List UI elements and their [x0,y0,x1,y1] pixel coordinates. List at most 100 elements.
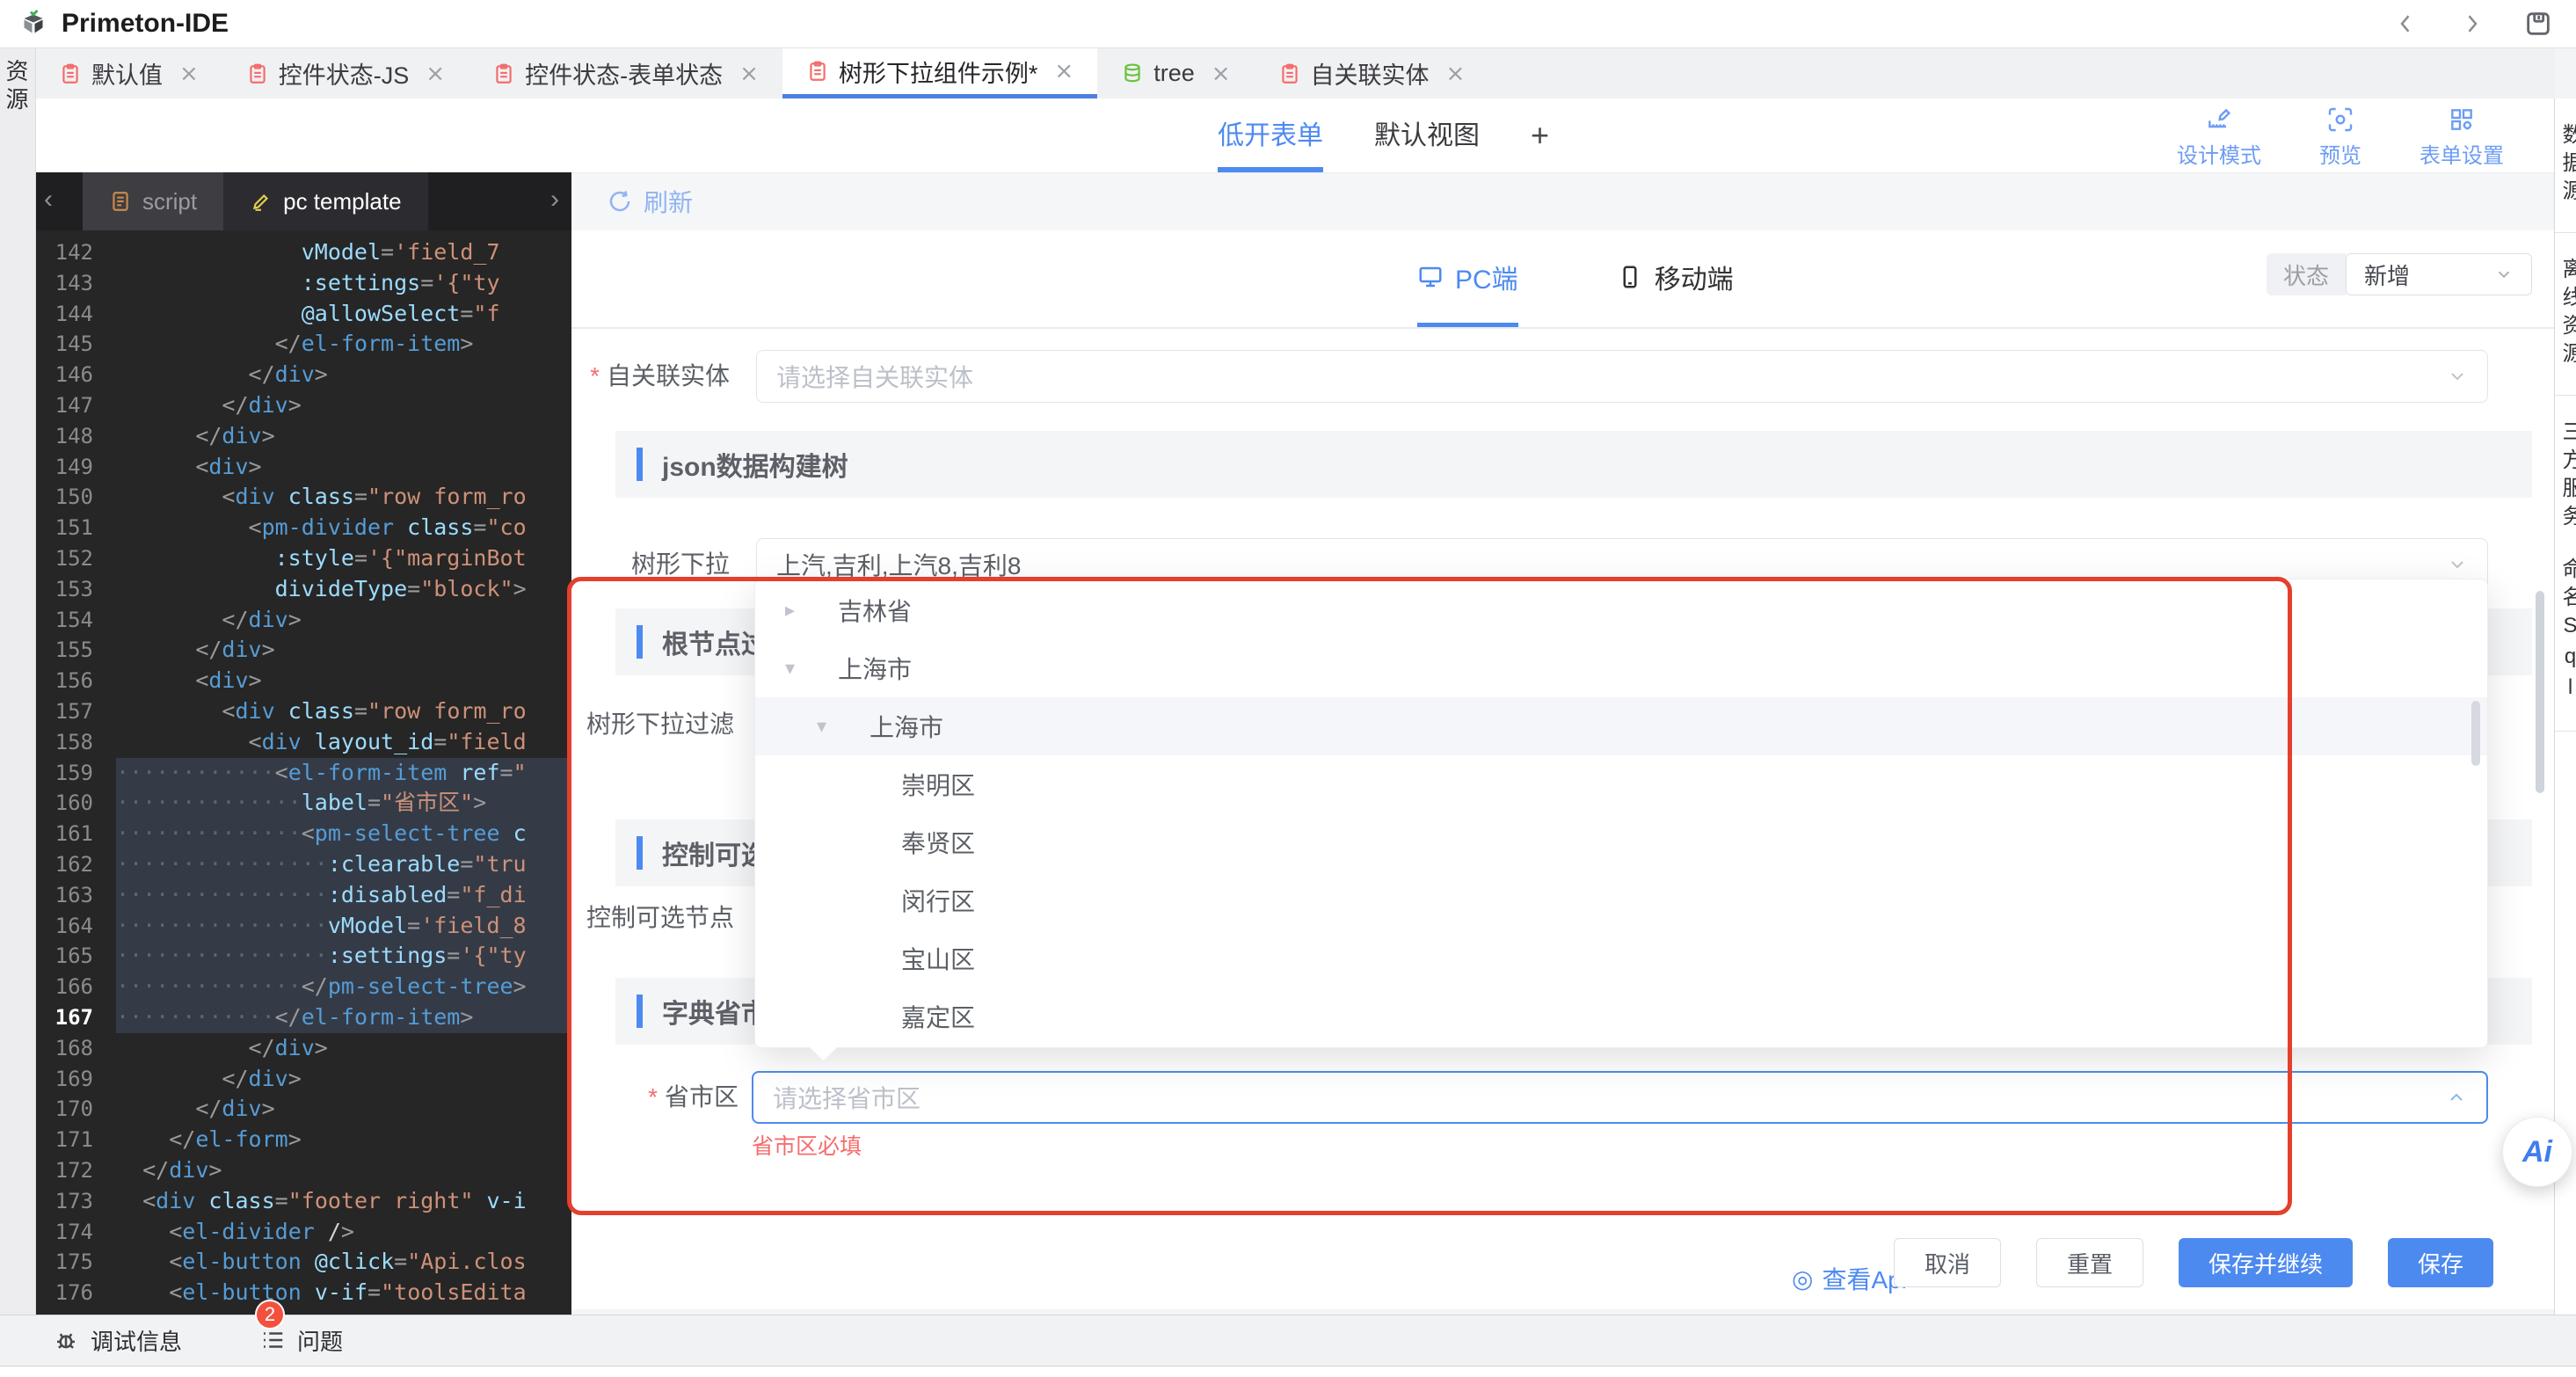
right-rail-item-offline[interactable]: 离线资源 [2555,258,2576,370]
province-placeholder: 请选择省市区 [773,1085,921,1112]
tab-pc[interactable]: PC端 [1417,230,1518,327]
canvas-scrollbar[interactable] [2536,591,2544,793]
form-settings-button[interactable]: 表单设置 [2420,106,2504,169]
dropdown-scrollbar[interactable] [2471,701,2480,766]
code-line[interactable]: 159 ············<el-form-item ref=" [35,757,571,789]
tab-lowcode-form[interactable]: 低开表单 [1218,98,1323,172]
doc-tab-default-value[interactable]: 默认值 × [35,48,222,98]
code-line[interactable]: 158 <div layout_id="field [35,727,571,758]
design-mode-button[interactable]: 设计模式 [2177,106,2261,169]
right-rail-item-thirdparty[interactable]: 三方服务 [2555,420,2576,533]
form-canvas: 刷新 PC端 移动端 状态 新增 * 自关联实体 请选择自关联实体 json数据… [567,172,2555,1315]
self-entity-select[interactable]: 请选择自关联实体 [756,350,2488,403]
code-line[interactable]: 162 ················:clearable="tru [35,849,571,880]
code-line[interactable]: 161 ··············<pm-select-tree c [35,819,571,849]
province-select-input[interactable]: 请选择省市区 [752,1071,2488,1124]
close-icon[interactable]: × [1446,61,1466,87]
status-right-group[interactable]: 资源发生变更，点击查看 检查时间 12:5 [2012,1372,2418,1377]
nav-back-icon[interactable] [2393,11,2420,37]
nav-forward-icon[interactable] [2458,11,2485,37]
close-icon[interactable]: × [1212,61,1231,87]
doc-tab-self-entity[interactable]: 自关联实体 × [1255,48,1489,98]
cancel-button[interactable]: 取消 [1893,1238,2001,1287]
close-icon[interactable]: × [1054,58,1073,84]
tab-mobile[interactable]: 移动端 [1617,230,1734,327]
save-continue-button[interactable]: 保存并继续 [2178,1238,2353,1287]
tree-node-闵行区[interactable]: 闵行区 [755,871,2487,929]
reset-button[interactable]: 重置 [2035,1238,2143,1287]
code-line[interactable]: 175 <el-button @click="Api.clos [35,1247,571,1278]
tree-node-上海市[interactable]: ▾ 上海市 [755,697,2487,755]
code-line[interactable]: 147 </div> [35,390,571,421]
code-line[interactable]: 156 <div> [35,666,571,696]
code-line[interactable]: 176 <el-button v-if="toolsEdita [35,1278,571,1308]
status-right-text: 资源发生变更，点击查看 检查时间 12:5 [2033,1372,2418,1377]
code-line[interactable]: 145 </el-form-item> [35,329,571,360]
code-line[interactable]: 167 ············</el-form-item> [35,1002,571,1033]
section-title: json数据构建树 [662,453,848,482]
code-line[interactable]: 174 <el-divider /> [35,1217,571,1248]
tree-node-嘉定区[interactable]: 嘉定区 [755,987,2487,1046]
doc-tab-tree-select-demo[interactable]: 树形下拉组件示例* × [782,48,1098,98]
ai-assistant-button[interactable]: Ai [2502,1117,2572,1187]
save-icon[interactable] [2523,9,2553,39]
save-button[interactable]: 保存 [2387,1238,2493,1287]
caret-right-icon[interactable]: ▸ [785,600,808,622]
editor-tab-script[interactable]: script [83,172,224,230]
code-line[interactable]: 152 :style='{"marginBot [35,543,571,574]
tree-node-崇明区[interactable]: 崇明区 [755,755,2487,813]
code-line[interactable]: 166 ··············</pm-select-tree> [35,972,571,1002]
state-select[interactable]: 新增 [2346,253,2532,295]
status-left-text[interactable]: 查看资源「自关联实体」详情 [84,1372,382,1377]
doc-tab-tree[interactable]: tree × [1097,48,1254,98]
doc-tab-control-state-form[interactable]: 控件状态-表单状态 × [469,48,782,98]
code-line[interactable]: 171 </el-form> [35,1125,571,1155]
tree-node-吉林省[interactable]: ▸ 吉林省 [755,581,2487,639]
debug-info-button[interactable]: 调试信息 [53,1324,182,1357]
doc-tab-control-state-js[interactable]: 控件状态-JS × [222,48,469,98]
code-line[interactable]: 150 <div class="row form_ro [35,482,571,513]
editor-scroll-left-icon[interactable]: ‹ [44,185,53,215]
view-api-link[interactable]: ◎ 查看Api [1792,1261,1907,1296]
code-line[interactable]: 151 <pm-divider class="co [35,513,571,543]
close-icon[interactable]: × [179,61,199,87]
state-value: 新增 [2364,262,2411,289]
code-line[interactable]: 146 </div> [35,360,571,390]
code-line[interactable]: 164 ················vModel='field_8 [35,910,571,942]
preview-button[interactable]: 预览 [2319,106,2361,169]
editor-tab-pc-template[interactable]: pc template [223,172,428,230]
right-rail-item-named-sql[interactable]: 命名Sql [2555,557,2576,706]
close-icon[interactable]: × [739,61,759,87]
tree-node-宝山区[interactable]: 宝山区 [755,929,2487,987]
tab-default-view[interactable]: 默认视图 [1374,98,1480,172]
code-line[interactable]: 172 </div> [35,1155,571,1186]
tree-node-上海市[interactable]: ▾ 上海市 [755,639,2487,697]
caret-down-icon[interactable]: ▾ [785,658,808,680]
refresh-button[interactable]: 刷新 [644,184,693,219]
caret-down-icon[interactable]: ▾ [817,716,840,738]
code-line[interactable]: 143 :settings='{"ty [35,268,571,299]
close-icon[interactable]: × [426,61,445,87]
code-line[interactable]: 149 <div> [35,452,571,483]
add-view-button[interactable]: + [1531,117,1549,154]
code-line[interactable]: 165 ················:settings='{"ty [35,941,571,973]
editor-scroll-right-icon[interactable]: › [550,185,559,215]
right-rail-item-datasource[interactable]: 数据源 [2555,123,2576,208]
code-line[interactable]: 144 @allowSelect="f [35,299,571,330]
code-line[interactable]: 160 ··············label="省市区"> [35,788,571,820]
code-line[interactable]: 153 divideType="block"> [35,574,571,605]
tree-node-label: 闵行区 [901,888,976,915]
left-rail-item-resources[interactable]: 资源 [0,59,33,115]
code-line[interactable]: 155 </div> [35,635,571,666]
code-line[interactable]: 169 </div> [35,1064,571,1095]
code-line[interactable]: 170 </div> [35,1094,571,1125]
code-line[interactable]: 157 <div class="row form_ro [35,696,571,727]
code-line[interactable]: 163 ················:disabled="f_di [35,879,571,911]
code-line[interactable]: 148 </div> [35,421,571,452]
code-line[interactable]: 154 </div> [35,605,571,636]
tree-node-奉贤区[interactable]: 奉贤区 [755,813,2487,871]
code-line[interactable]: 168 </div> [35,1033,571,1064]
code-line[interactable]: 173 <div class="footer right" v-i [35,1186,571,1217]
code-area[interactable]: 142 vModel='field_7 143 :settings='{"ty 14… [35,237,571,1315]
code-line[interactable]: 142 vModel='field_7 [35,237,571,268]
